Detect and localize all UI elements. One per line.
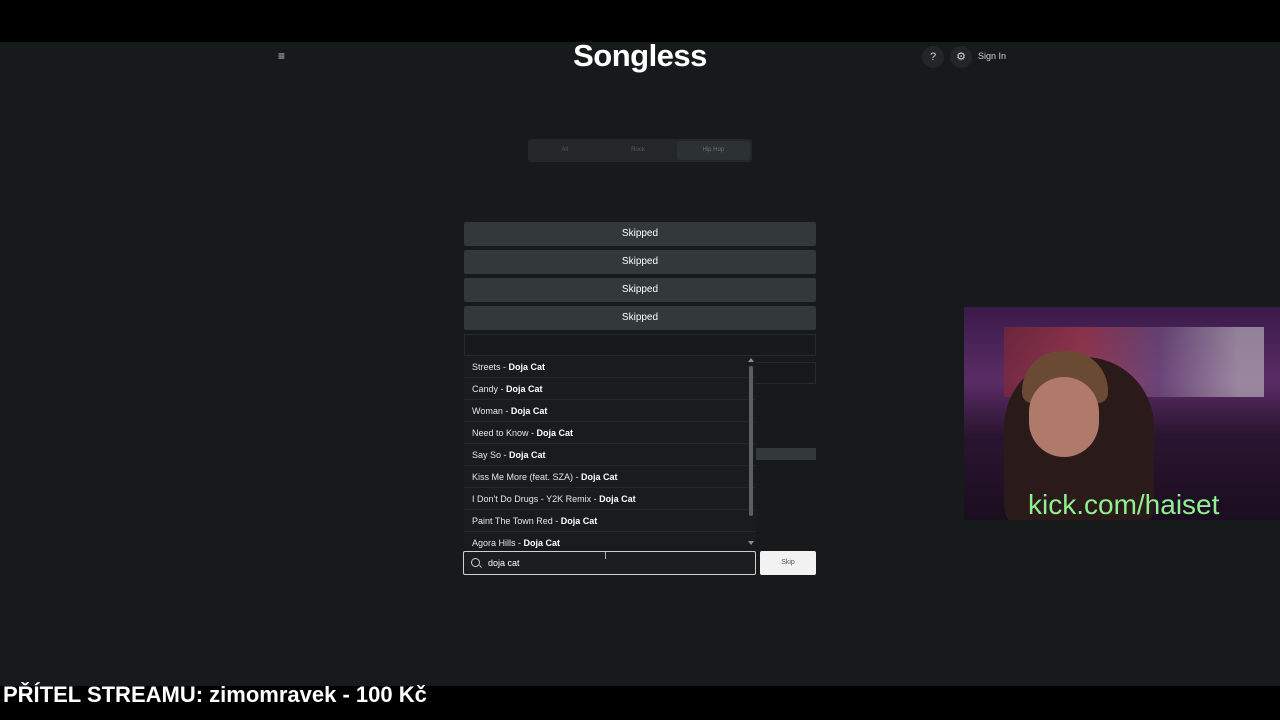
list-item[interactable]: Need to Know - Doja Cat [464,422,756,444]
webcam-overlay: kick.com/haiset [964,307,1280,520]
list-item[interactable]: Candy - Doja Cat [464,378,756,400]
site-logo[interactable]: Songless [540,38,740,74]
scroll-down-arrow-icon[interactable] [748,541,754,545]
hamburger-menu-icon[interactable]: ≡ [278,50,290,62]
list-item[interactable]: Streets - Doja Cat [464,356,756,378]
stream-top-bar [0,0,1280,42]
webcam-channel-text: kick.com/haiset [1028,489,1220,520]
genre-selector: All Rock Hip Hop [528,139,752,162]
suggestion-dropdown: Streets - Doja Cat Candy - Doja Cat Woma… [464,356,756,548]
scroll-thumb[interactable] [749,366,753,516]
tab-hip-hop[interactable]: Hip Hop [676,141,750,160]
gear-icon: ⚙ [956,51,966,63]
list-item[interactable]: I Don't Do Drugs - Y2K Remix - Doja Cat [464,488,756,510]
settings-button[interactable]: ⚙ [950,46,972,68]
search-icon [471,558,480,567]
empty-guess-row [464,334,816,356]
tab-all[interactable]: All [528,139,601,162]
search-input[interactable]: doja cat [463,551,756,575]
streamer-face [1029,377,1099,457]
guess-row: Skipped [464,306,816,330]
skip-button[interactable]: Skip [760,551,816,575]
donation-ticker: PŘÍTEL STREAMU: zimomravek - 100 Kč [3,682,427,707]
guess-row: Skipped [464,278,816,302]
mouse-cursor [605,552,606,559]
list-item[interactable]: Paint The Town Red - Doja Cat [464,510,756,532]
audio-progress-bar[interactable] [756,448,816,460]
tab-rock[interactable]: Rock [601,139,674,162]
sign-in-link[interactable]: Sign In [978,51,1006,61]
guess-row: Skipped [464,250,816,274]
list-item[interactable]: Woman - Doja Cat [464,400,756,422]
guess-row: Skipped [464,222,816,246]
list-item[interactable]: Say So - Doja Cat [464,444,756,466]
list-item[interactable]: Agora Hills - Doja Cat [464,532,756,548]
list-item[interactable]: Kiss Me More (feat. SZA) - Doja Cat [464,466,756,488]
search-value[interactable]: doja cat [488,552,520,574]
scroll-up-arrow-icon[interactable] [748,358,754,362]
dropdown-scrollbar[interactable] [748,358,754,546]
help-button[interactable]: ? [922,46,944,68]
